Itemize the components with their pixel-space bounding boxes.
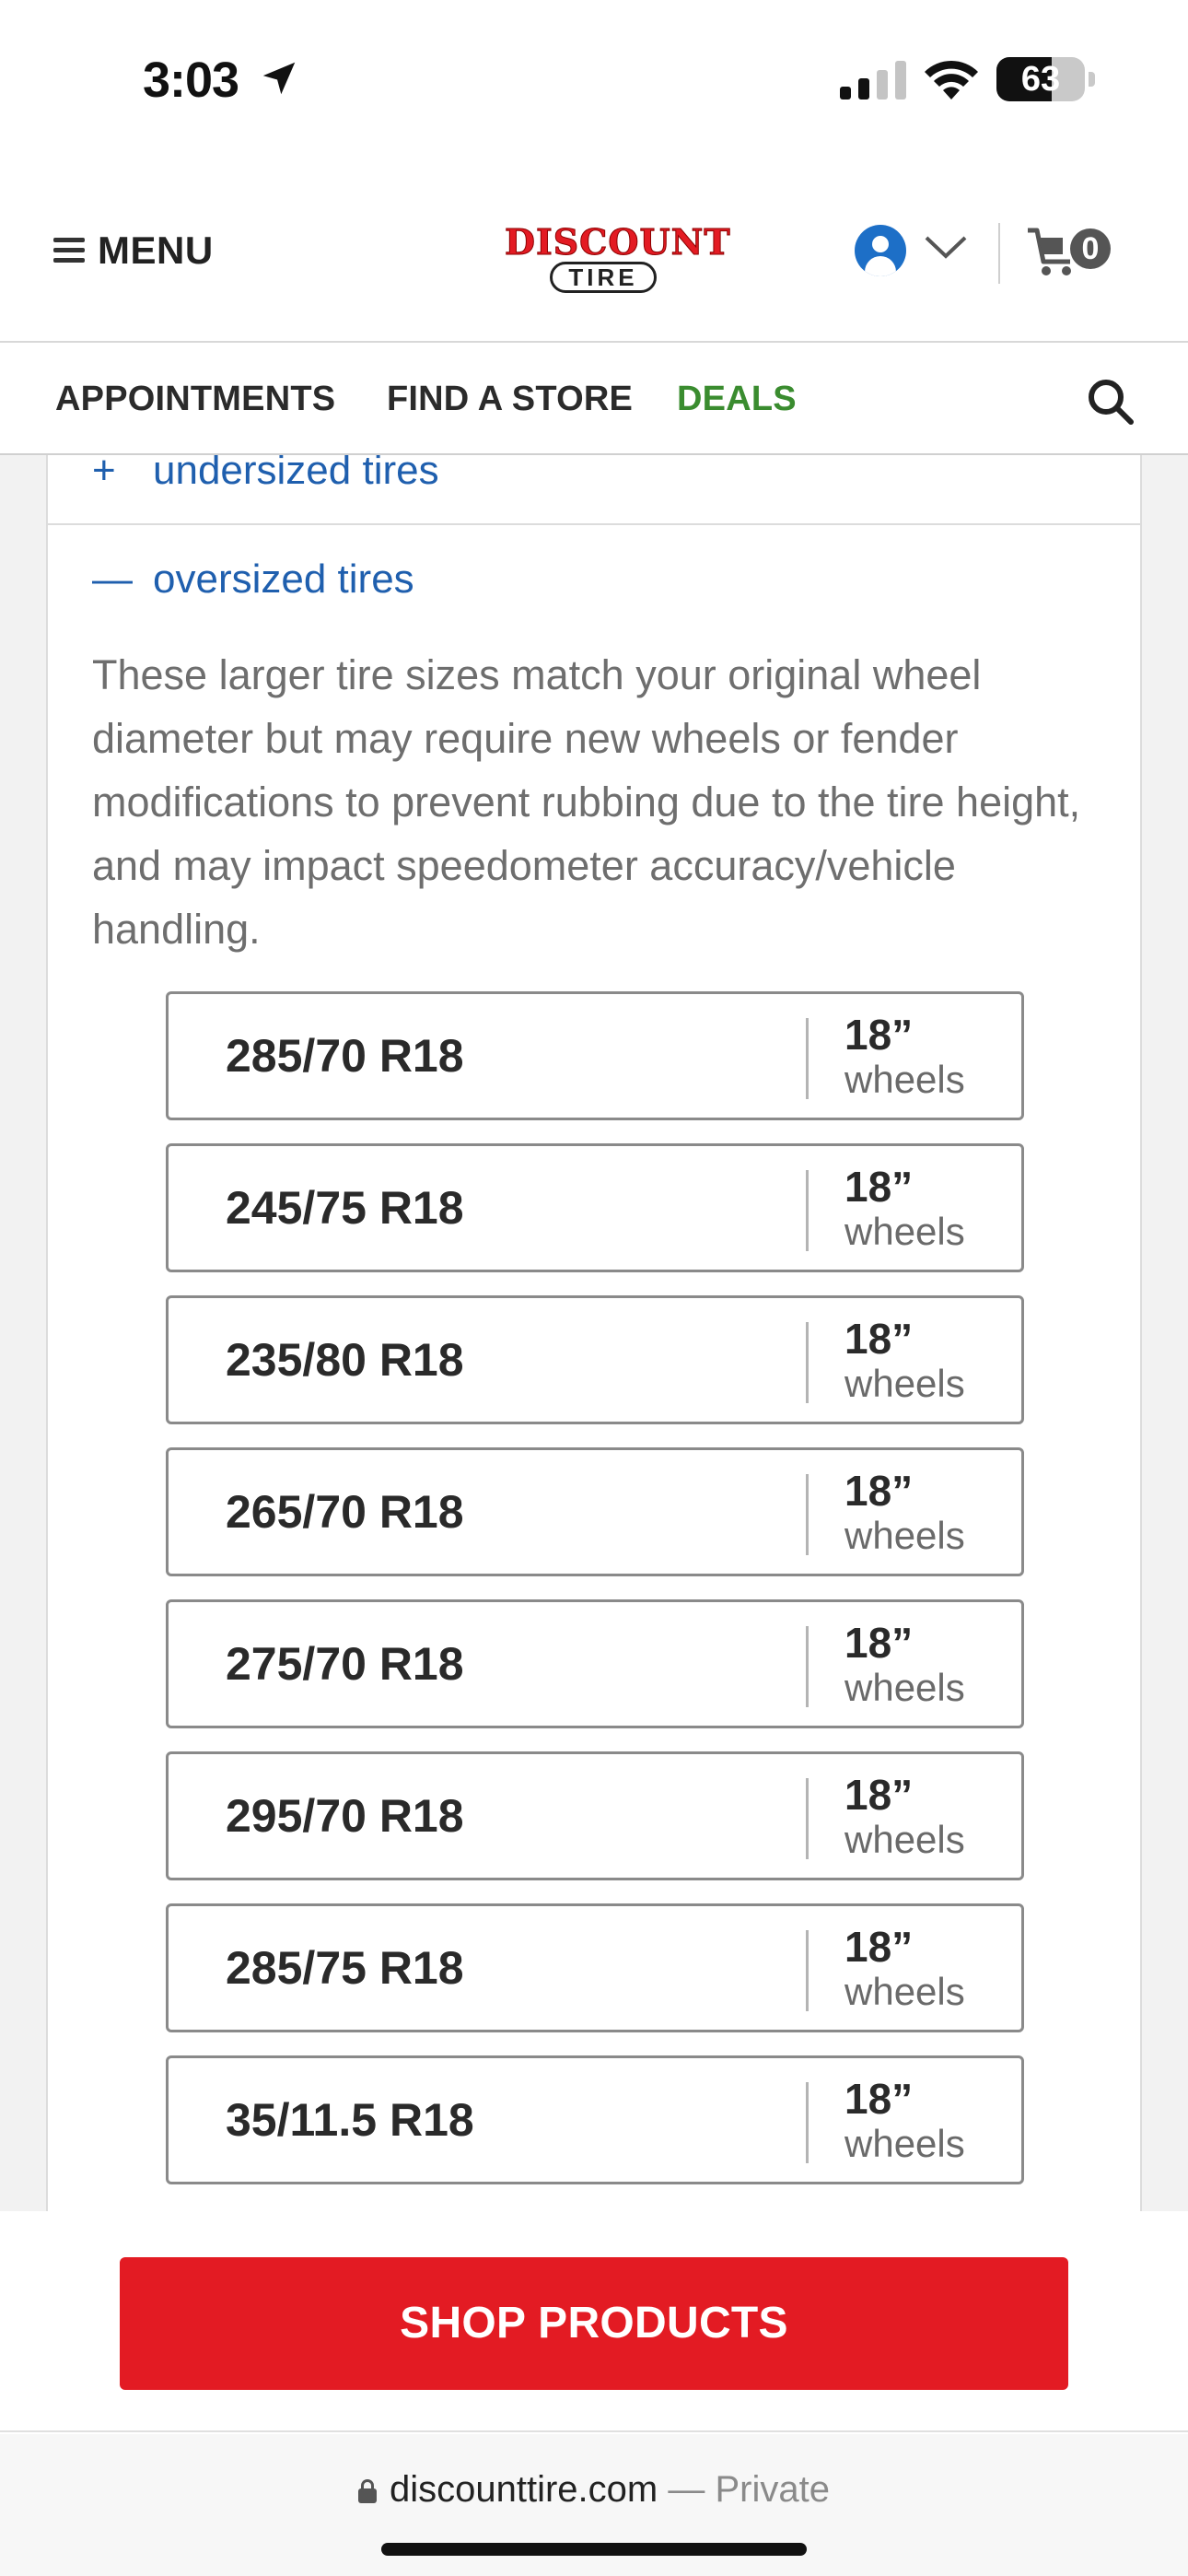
size-divider	[806, 1474, 809, 1555]
battery-nub	[1089, 72, 1095, 87]
tire-size-option[interactable]: 35/11.5 R18 18” wheels	[166, 2055, 1024, 2184]
rim-diameter: 18”	[844, 1011, 914, 1059]
chevron-down-icon	[925, 236, 967, 259]
rim-unit-label: wheels	[844, 1970, 965, 2013]
undersized-tires-label: undersized tires	[153, 455, 439, 493]
nav-deals[interactable]: DEALS	[677, 380, 797, 419]
status-bar: 3:03 63	[0, 0, 1188, 157]
collapse-minus-icon: —	[92, 556, 133, 602]
cart-count-badge: 0	[1070, 228, 1111, 269]
tire-size-label: 285/70 R18	[226, 1030, 464, 1082]
rim-unit-label: wheels	[844, 1514, 965, 1557]
rim-diameter: 18”	[844, 1923, 914, 1971]
oversized-tires-toggle[interactable]: — oversized tires	[48, 556, 1140, 612]
hamburger-icon	[53, 238, 85, 263]
size-divider	[806, 1322, 809, 1403]
top-nav: APPOINTMENTS FIND A STORE DEALS	[0, 343, 1188, 455]
oversized-description: These larger tire sizes match your origi…	[92, 651, 1081, 953]
size-divider	[806, 2082, 809, 2163]
tire-size-option[interactable]: 235/80 R18 18” wheels	[166, 1295, 1024, 1424]
status-time: 3:03	[143, 53, 239, 108]
url-domain: discounttire.com	[390, 2469, 658, 2510]
tire-size-label: 245/75 R18	[226, 1182, 464, 1234]
menu-label: MENU	[98, 228, 214, 272]
tire-size-label: 235/80 R18	[226, 1334, 464, 1386]
size-divider	[806, 1626, 809, 1707]
tire-size-option[interactable]: 245/75 R18 18” wheels	[166, 1143, 1024, 1272]
tire-size-option[interactable]: 285/75 R18 18” wheels	[166, 1903, 1024, 2032]
private-mode-label: Private	[715, 2469, 830, 2510]
url-separator: —	[668, 2469, 705, 2510]
rim-unit-label: wheels	[844, 1666, 965, 1709]
tire-size-option[interactable]: 295/70 R18 18” wheels	[166, 1751, 1024, 1880]
tire-size-label: 265/70 R18	[226, 1486, 464, 1538]
cellular-signal-icon	[840, 61, 906, 100]
logo-wordmark-bottom: TIRE	[550, 262, 657, 293]
rim-diameter: 18”	[844, 1771, 914, 1819]
size-divider	[806, 1018, 809, 1099]
home-indicator[interactable]	[381, 2543, 807, 2556]
user-icon	[855, 225, 906, 276]
rim-diameter: 18”	[844, 1315, 914, 1363]
expand-plus-icon: +	[92, 455, 116, 493]
size-divider	[806, 1170, 809, 1251]
menu-button[interactable]: MENU	[53, 225, 214, 276]
rim-diameter: 18”	[844, 1163, 914, 1211]
undersized-tires-toggle[interactable]: + undersized tires	[48, 455, 1140, 525]
account-menu-button[interactable]	[855, 221, 969, 280]
battery-percent: 63	[1020, 60, 1061, 99]
rim-diameter: 18”	[844, 1467, 914, 1515]
rim-unit-label: wheels	[844, 1362, 965, 1405]
tire-size-option[interactable]: 285/70 R18 18” wheels	[166, 991, 1024, 1120]
shop-products-bar: SHOP PRODUCTS	[0, 2211, 1188, 2432]
lock-icon	[358, 2479, 377, 2503]
logo-wordmark-top: DISCOUNT	[505, 221, 731, 263]
location-arrow-icon	[262, 62, 296, 95]
nav-appointments[interactable]: APPOINTMENTS	[55, 380, 335, 419]
search-icon[interactable]	[1085, 376, 1136, 427]
tire-size-option[interactable]: 265/70 R18 18” wheels	[166, 1447, 1024, 1576]
rim-unit-label: wheels	[844, 1818, 965, 1861]
cart-button[interactable]: 0	[1026, 225, 1114, 280]
tire-size-label: 35/11.5 R18	[226, 2094, 474, 2146]
shop-products-button[interactable]: SHOP PRODUCTS	[120, 2257, 1068, 2390]
battery-indicator: 63	[996, 57, 1085, 101]
size-divider	[806, 1930, 809, 2011]
tire-size-label: 285/75 R18	[226, 1942, 464, 1994]
discount-tire-logo[interactable]: DISCOUNT TIRE	[505, 221, 731, 299]
size-divider	[806, 1778, 809, 1859]
wifi-icon	[925, 60, 978, 100]
tire-size-label: 295/70 R18	[226, 1790, 464, 1842]
tire-size-option[interactable]: 275/70 R18 18” wheels	[166, 1599, 1024, 1728]
rim-unit-label: wheels	[844, 1058, 965, 1101]
rim-diameter: 18”	[844, 1619, 914, 1667]
tire-size-card: + undersized tires — oversized tires The…	[46, 455, 1142, 2211]
nav-find-a-store[interactable]: FIND A STORE	[387, 380, 633, 419]
site-header: MENU DISCOUNT TIRE 0	[0, 157, 1188, 343]
content-area: + undersized tires — oversized tires The…	[0, 455, 1188, 2211]
oversized-tires-label: oversized tires	[153, 556, 414, 602]
tire-size-label: 275/70 R18	[226, 1638, 464, 1690]
rim-diameter: 18”	[844, 2075, 914, 2123]
url-display[interactable]: discounttire.com — Private	[0, 2469, 1188, 2511]
rim-unit-label: wheels	[844, 2122, 965, 2165]
header-divider	[998, 223, 1000, 284]
rim-unit-label: wheels	[844, 1210, 965, 1253]
browser-url-bar[interactable]: discounttire.com — Private	[0, 2434, 1188, 2576]
